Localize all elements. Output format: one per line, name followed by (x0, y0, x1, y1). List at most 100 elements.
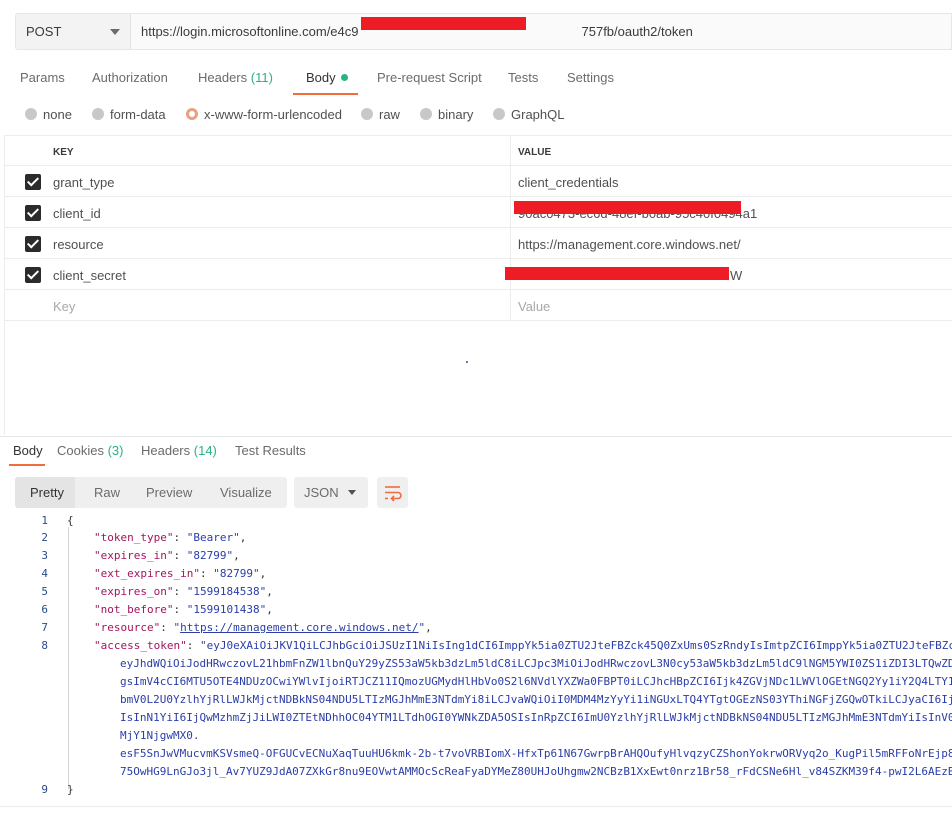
view-pretty-button[interactable]: Pretty (30, 485, 64, 500)
tab-headers-count: (11) (250, 70, 273, 85)
param-key[interactable]: client_secret (53, 268, 126, 283)
line-number: 1 (41, 514, 48, 527)
radio-circle-icon (25, 108, 37, 120)
stray-dot (466, 361, 468, 363)
tab-tests[interactable]: Tests (508, 70, 538, 85)
json-link-value[interactable]: https://management.core.windows.net/ (180, 621, 418, 634)
response-code-viewer[interactable]: 1 2 3 4 5 6 7 8 9 { "token_type": "Beare… (0, 514, 952, 804)
radio-selected-icon (186, 108, 198, 120)
tab-headers-label: Headers (198, 70, 248, 85)
redaction-mark (361, 17, 526, 30)
radio-circle-icon (92, 108, 104, 120)
row-checkbox[interactable] (25, 174, 41, 190)
json-key: "ext_expires_in" (94, 567, 200, 580)
row-checkbox[interactable] (25, 205, 41, 221)
tab-headers[interactable]: Headers (11) (198, 70, 273, 85)
chevron-down-icon (110, 29, 120, 35)
radio-label: form-data (110, 107, 166, 122)
line-number: 5 (41, 585, 48, 598)
code-line: "resource": "https://management.core.win… (94, 621, 432, 634)
row-checkbox[interactable] (25, 267, 41, 283)
response-tab-headers-count: (14) (193, 443, 217, 458)
url-suffix: 757fb/oauth2/token (581, 24, 693, 39)
url-prefix: https://login.microsoftonline.com/e4c9 (141, 24, 359, 39)
response-tab-body[interactable]: Body (13, 443, 43, 458)
wrap-lines-button[interactable] (377, 477, 408, 508)
new-key-input[interactable]: Key (53, 299, 75, 314)
view-raw-button[interactable]: Raw (94, 485, 120, 500)
divider (0, 436, 952, 437)
method-label: POST (26, 24, 62, 39)
response-tab-cookies-count: (3) (107, 443, 124, 458)
view-preview-button[interactable]: Preview (146, 485, 192, 500)
json-key: "token_type" (94, 531, 174, 544)
view-visualize-button[interactable]: Visualize (220, 485, 272, 500)
json-value: "82799" (186, 549, 234, 562)
view-mode-group: Pretty Raw Preview Visualize (15, 477, 287, 508)
code-wrap-line: 75OwHG9LnGJo3jl_Av7YUZ9JdA07ZXkGr8nu9EOV… (120, 765, 952, 778)
param-value[interactable]: W (730, 268, 742, 283)
new-value-input[interactable]: Value (518, 299, 550, 314)
line-number: 2 (41, 531, 48, 544)
radio-circle-icon (493, 108, 505, 120)
response-tab-cookies-label: Cookies (57, 443, 104, 458)
response-tab-headers-label: Headers (141, 443, 191, 458)
column-divider (510, 228, 511, 258)
column-header-value: VALUE (518, 147, 552, 158)
response-tab-headers[interactable]: Headers (14) (141, 443, 217, 458)
close-brace: } (67, 783, 74, 796)
response-tab-cookies[interactable]: Cookies (3) (57, 443, 123, 458)
code-line: "not_before": "1599101438", (94, 603, 273, 616)
column-header-key: KEY (53, 147, 74, 158)
radio-label: raw (379, 107, 400, 122)
json-key: "expires_on" (94, 585, 174, 598)
code-line: "token_type": "Bearer", (94, 531, 247, 544)
param-key[interactable]: client_id (53, 206, 101, 221)
code-line: "ext_expires_in": "82799", (94, 567, 267, 580)
redaction-mark (505, 267, 729, 280)
column-divider (510, 290, 511, 320)
param-key[interactable]: grant_type (53, 175, 114, 190)
format-select[interactable]: JSON (294, 477, 368, 508)
param-key[interactable]: resource (53, 237, 104, 252)
line-number: 7 (41, 621, 48, 634)
json-key: "access_token" (94, 639, 187, 652)
line-number: 3 (41, 549, 48, 562)
method-select[interactable]: POST (16, 14, 131, 49)
json-value: "Bearer" (186, 531, 240, 544)
radio-label: GraphQL (511, 107, 565, 122)
tab-body[interactable]: Body (306, 70, 348, 85)
json-value: "82799" (213, 567, 260, 580)
column-divider (510, 166, 511, 196)
param-value[interactable]: client_credentials (518, 175, 618, 190)
response-tab-test-results[interactable]: Test Results (235, 443, 306, 458)
code-wrap-line: eyJhdWQiOiJodHRwczovL21hbmFnZW1lbnQuY29y… (120, 657, 952, 670)
code-wrap-line: MjY1NjgwMX0. (120, 729, 200, 742)
param-value[interactable]: https://management.core.windows.net/ (518, 237, 741, 252)
line-number: 9 (41, 783, 48, 796)
tab-authorization[interactable]: Authorization (92, 70, 168, 85)
column-divider (510, 136, 511, 165)
tab-body-label: Body (306, 70, 336, 85)
format-label: JSON (304, 485, 339, 500)
table-row: client_id 90ac0473-ec6d-48ef-b0ab-95c40f… (4, 197, 952, 228)
redaction-mark (514, 201, 741, 214)
code-line: "access_token": "eyJ0eXAiOiJKV1QiLCJhbGc… (94, 639, 952, 652)
code-wrap-line: IsInN1YiI6IjQwMzhmZjJiLWI0ZTEtNDhhOC04YT… (120, 711, 952, 724)
open-brace: { (67, 514, 74, 527)
tab-pre-request-script[interactable]: Pre-request Script (377, 70, 482, 85)
tab-settings[interactable]: Settings (567, 70, 614, 85)
table-row: resource https://management.core.windows… (4, 228, 952, 259)
code-wrap-line: esF5SnJwVMucvmKSVsmeQ-OFGUCvECNuXaqTuuHU… (120, 747, 952, 760)
radio-label: none (43, 107, 72, 122)
json-value: "1599184538" (186, 585, 267, 598)
json-key: "resource" (94, 621, 161, 634)
json-key: "not_before" (94, 603, 174, 616)
table-row: grant_type client_credentials (4, 166, 952, 197)
chevron-down-icon (348, 490, 356, 495)
row-checkbox[interactable] (25, 236, 41, 252)
code-line: "expires_in": "82799", (94, 549, 240, 562)
tab-params[interactable]: Params (20, 70, 65, 85)
line-number: 4 (41, 567, 48, 580)
body-indicator-dot (340, 74, 348, 81)
